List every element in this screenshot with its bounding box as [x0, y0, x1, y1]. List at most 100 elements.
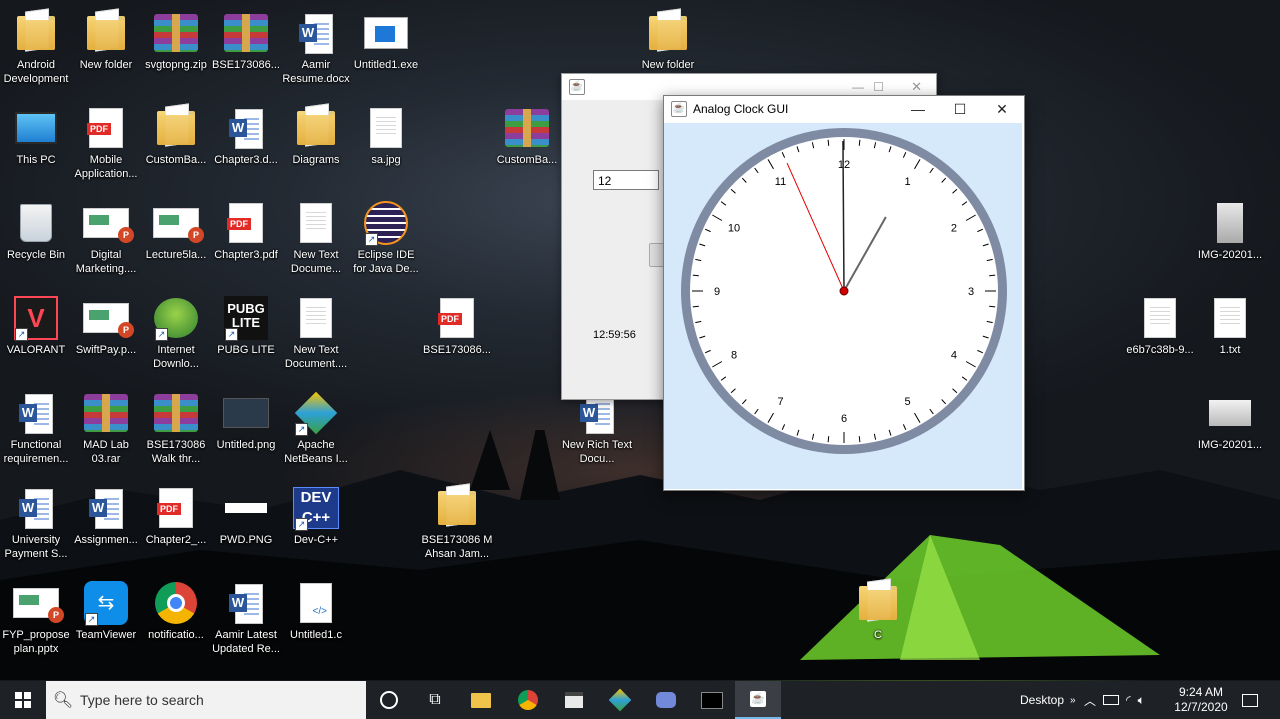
- analog-clock-window[interactable]: ☕ Analog Clock GUI — ☐ ✕ 12 1 2 3 4 5 6 7 8 9 10 11: [663, 95, 1025, 491]
- desktop-icon[interactable]: PDF Chapter3.pdf: [210, 200, 282, 262]
- desktop-icon[interactable]: Untitled.png: [210, 390, 282, 452]
- desktop-icon[interactable]: W Chapter3.d...: [210, 105, 282, 167]
- toolbar-expand-icon: »: [1070, 694, 1076, 706]
- desktop-toolbar[interactable]: Desktop »: [1020, 681, 1076, 719]
- desktop-icon-label: Aamir Resume.docx: [282, 59, 350, 85]
- desktop-icon[interactable]: e6b7c38b-9...: [1124, 295, 1196, 357]
- desktop-icon-label: CustomBa...: [496, 154, 558, 166]
- rar-icon: [504, 105, 550, 151]
- desktop-icon[interactable]: PDF BSE173086...: [421, 295, 493, 357]
- hour-input-field[interactable]: 12: [593, 170, 659, 190]
- chrome-taskbar-button[interactable]: [505, 681, 551, 719]
- clock-number: 10: [728, 223, 740, 235]
- desktop-icon[interactable]: 1.txt: [1194, 295, 1266, 357]
- desktop-icon[interactable]: ↗ Internet Downlo...: [140, 295, 212, 371]
- desktop-icon[interactable]: BSE173086 Walk thr...: [140, 390, 212, 466]
- desktop-icon[interactable]: This PC: [0, 105, 72, 167]
- clock-date-area[interactable]: 9:24 AM 12/7/2020: [1170, 681, 1232, 719]
- desktop-icon[interactable]: PDF Chapter2_...: [140, 485, 212, 547]
- desktop-icon[interactable]: PWD.PNG: [210, 485, 282, 547]
- desktop-icon[interactable]: PUBG LITE ↗ PUBG LITE: [210, 295, 282, 357]
- desktop-icon[interactable]: DEV C++ ↗ Dev-C++: [280, 485, 352, 547]
- system-tray: ︿ ◜ 🔈︎: [1084, 681, 1145, 719]
- desktop-icon[interactable]: W Functional requiremen...: [0, 390, 72, 466]
- close-icon[interactable]: ✕: [911, 79, 922, 95]
- java-taskbar-button[interactable]: ☕: [735, 681, 781, 719]
- desktop-icon-label: IMG-20201...: [1197, 249, 1263, 261]
- clock-window-titlebar[interactable]: ☕ Analog Clock GUI — ☐ ✕: [664, 96, 1024, 122]
- desktop-icon[interactable]: svgtopng.zip: [140, 10, 212, 72]
- file-explorer-button[interactable]: [458, 681, 504, 719]
- desktop-icon[interactable]: New folder: [70, 10, 142, 72]
- desktop-icon[interactable]: P SwiftPay.p...: [70, 295, 142, 357]
- desktop-icon[interactable]: W University Payment S...: [0, 485, 72, 561]
- desktop-icon[interactable]: PDF Mobile Application...: [70, 105, 142, 181]
- chrome-icon: [153, 580, 199, 626]
- minimize-button[interactable]: —: [896, 96, 940, 122]
- volume-icon[interactable]: 🔈︎: [1138, 693, 1145, 708]
- desktop-icon[interactable]: IMG-20201...: [1194, 390, 1266, 452]
- taskbar: 🔍︎ Type here to search ⧉ ☕ Desktop » ︿ ◜…: [0, 681, 1280, 719]
- desktop-icon[interactable]: notificatio...: [140, 580, 212, 642]
- background-mountains: [0, 430, 1280, 680]
- desktop-icon[interactable]: Untitled1.exe: [350, 10, 422, 72]
- clock-number: 4: [951, 350, 957, 362]
- action-center-button[interactable]: [1238, 681, 1262, 719]
- folder-icon: [13, 10, 59, 56]
- desktop-icon[interactable]: ⇆ ↗ TeamViewer: [70, 580, 142, 642]
- clock-tick: [692, 305, 699, 308]
- desktop-icon[interactable]: New Text Docume...: [280, 200, 352, 276]
- desktop-icon[interactable]: sa.jpg: [350, 105, 422, 167]
- close-button[interactable]: ✕: [980, 96, 1024, 122]
- desktop-icon[interactable]: P Digital Marketing....: [70, 200, 142, 276]
- desktop-icon-label: PUBG LITE: [217, 344, 275, 356]
- desktop-icon[interactable]: BSE173086...: [210, 10, 282, 72]
- desktop-icon[interactable]: V ↗ VALORANT: [0, 295, 72, 357]
- desktop-icon-label: Assignmen...: [74, 534, 138, 546]
- minute-hand: [842, 140, 845, 292]
- clapper-taskbar-button[interactable]: [551, 681, 597, 719]
- clock-tick: [858, 139, 861, 146]
- battery-icon[interactable]: [1103, 695, 1120, 705]
- netbeans-taskbar-button[interactable]: [597, 681, 643, 719]
- maximize-icon[interactable]: ☐: [873, 80, 884, 94]
- desktop-icon[interactable]: P FYP_propose plan.pptx: [0, 580, 72, 656]
- terminal-taskbar-button[interactable]: [689, 681, 735, 719]
- desktop-icon[interactable]: BSE173086 M Ahsan Jam...: [421, 485, 493, 561]
- desktop-icon[interactable]: W Aamir Latest Updated Re...: [210, 580, 282, 656]
- tray-overflow-chevron-icon[interactable]: ︿: [1084, 692, 1096, 709]
- folder-icon: [293, 105, 339, 151]
- desktop-icon[interactable]: New Text Document....: [280, 295, 352, 371]
- desktop-icon[interactable]: Diagrams: [280, 105, 352, 167]
- task-view-button[interactable]: ⧉: [412, 681, 458, 719]
- desktop-icon[interactable]: W Aamir Resume.docx: [280, 10, 352, 86]
- taskbar-search-box[interactable]: 🔍︎ Type here to search: [46, 681, 366, 719]
- discord-taskbar-button[interactable]: [643, 681, 689, 719]
- desktop-icon[interactable]: ↗ Apache NetBeans I...: [280, 390, 352, 466]
- desktop-icon[interactable]: W New Rich Text Docu...: [561, 390, 633, 466]
- folder-icon: [434, 485, 480, 531]
- desktop-icon[interactable]: ↗ Eclipse IDE for Java De...: [350, 200, 422, 276]
- maximize-button[interactable]: ☐: [938, 96, 982, 122]
- clock-tick: [827, 436, 830, 443]
- desktop-icon[interactable]: CustomBa...: [491, 105, 563, 167]
- desktop-icon[interactable]: W Assignmen...: [70, 485, 142, 547]
- desktop-icon[interactable]: Android Development: [0, 10, 72, 86]
- pdf-icon: PDF: [223, 200, 269, 246]
- desktop-icon-label: This PC: [16, 154, 56, 166]
- desktop-icon[interactable]: P Lecture5la...: [140, 200, 212, 262]
- desktop-icon[interactable]: IMG-20201...: [1194, 200, 1266, 262]
- desktop-icon[interactable]: </> Untitled1.c: [280, 580, 352, 642]
- desktop-icon[interactable]: Recycle Bin: [0, 200, 72, 262]
- clock-canvas: 12 1 2 3 4 5 6 7 8 9 10 11: [664, 123, 1022, 489]
- desktop-icon[interactable]: C: [842, 580, 914, 642]
- desktop-icon[interactable]: New folder: [632, 10, 704, 72]
- start-button[interactable]: [0, 681, 46, 719]
- desktop-icon[interactable]: MAD Lab 03.rar: [70, 390, 142, 466]
- wifi-icon[interactable]: ◜: [1126, 693, 1131, 707]
- cortana-button[interactable]: [366, 681, 412, 719]
- desktop-icon-label: Untitled1.c: [290, 629, 342, 641]
- desktop-icon[interactable]: CustomBa...: [140, 105, 212, 167]
- analog-clock-face: 121234567891011: [681, 128, 1007, 454]
- minimize-icon[interactable]: —: [852, 80, 864, 94]
